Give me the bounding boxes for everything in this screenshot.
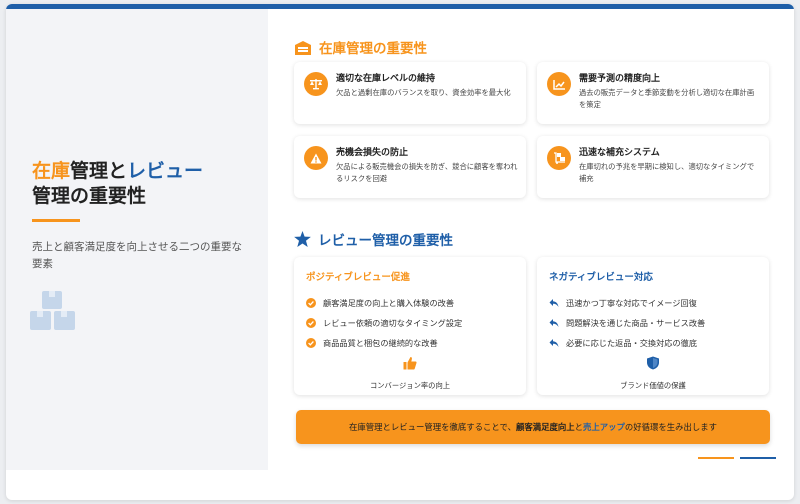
positive-review-footer: コンバージョン率の向上	[294, 356, 526, 392]
list-item: 必要に応じた返品・交換対応の徹底	[549, 333, 705, 353]
list-item-text: 問題解決を通じた商品・サービス改善	[566, 318, 706, 328]
warehouse-icon	[295, 40, 311, 55]
inventory-card-stock-level: 適切な在庫レベルの維持 欠品と過剰在庫のバランスを取り、資金効率を最大化	[294, 62, 526, 124]
title-review: レビュー	[127, 160, 204, 182]
list-item-text: 必要に応じた返品・交換対応の徹底	[566, 338, 698, 348]
shield-icon	[647, 356, 659, 370]
banner-highlight-sales: 売上アップ	[582, 422, 625, 432]
reply-icon	[549, 338, 559, 348]
list-item: 迅速かつ丁寧な対応でイメージ回復	[549, 293, 705, 313]
positive-review-list: 顧客満足度の向上と購入体験の改善 レビュー依頼の適切なタイミング設定 商品品質と…	[306, 293, 462, 353]
inventory-card-forecast: 需要予測の精度向上 過去の販売データと季節変動を分析し適切な在庫計画を策定	[537, 62, 769, 124]
title-connector: 管理と	[70, 160, 128, 182]
list-item: レビュー依頼の適切なタイミング設定	[306, 313, 462, 333]
inventory-heading-text: 在庫管理の重要性	[319, 41, 427, 57]
review-heading: レビュー管理の重要性	[294, 229, 453, 249]
inventory-card-replenishment: 迅速な補充システム 在庫切れの予兆を早期に検知し、適切なタイミングで補充	[537, 136, 769, 198]
card-title: 適切な在庫レベルの維持	[336, 74, 436, 84]
negative-review-title: ネガティブレビュー対応	[549, 272, 653, 283]
card-description: 欠品と過剰在庫のバランスを取り、資金効率を最大化	[336, 88, 511, 97]
inventory-heading: 在庫管理の重要性	[294, 37, 427, 57]
title-suffix: 管理の重要性	[32, 185, 147, 207]
check-circle-icon	[306, 338, 316, 348]
list-item: 顧客満足度の向上と購入体験の改善	[306, 293, 462, 313]
check-circle-icon	[306, 318, 316, 328]
banner-text: 在庫管理とレビュー管理を徹底することで、	[349, 422, 516, 432]
positive-review-title: ポジティブレビュー促進	[306, 272, 410, 283]
card-title: 売機会損失の防止	[336, 148, 409, 158]
card-description: 在庫切れの予兆を早期に検知し、適切なタイミングで補充	[579, 162, 755, 183]
bottom-accent-blue	[740, 457, 776, 459]
card-title: 迅速な補充システム	[579, 148, 660, 158]
subtitle: 売上と顧客満足度を向上させる二つの重要な要素	[32, 241, 242, 270]
scale-icon	[304, 72, 328, 96]
positive-review-card: ポジティブレビュー促進 顧客満足度の向上と購入体験の改善 レビュー依頼の適切なタ…	[294, 257, 526, 395]
left-panel: 在庫管理とレビュー管理の重要性 売上と顧客満足度を向上させる二つの重要な要素	[6, 9, 268, 470]
negative-review-card: ネガティブレビュー対応 迅速かつ丁寧な対応でイメージ回復 問題解決を通じた商品・…	[537, 257, 769, 395]
banner-text: の好循環を生み出します	[624, 422, 717, 432]
list-item-text: レビュー依頼の適切なタイミング設定	[323, 318, 463, 328]
boxes-icon	[30, 291, 75, 330]
slide: 在庫管理とレビュー 管理の重要性 売上と顧客満足度を向上させる二つの重要な要素 在…	[6, 4, 794, 500]
dolly-icon	[547, 146, 571, 170]
inventory-card-loss-prevention: 売機会損失の防止 欠品による販売機会の損失を防ぎ、競合に顧客を奪われるリスクを回…	[294, 136, 526, 198]
card-description: 欠品による販売機会の損失を防ぎ、競合に顧客を奪われるリスクを回避	[336, 162, 518, 183]
bottom-accent-orange	[698, 457, 734, 459]
check-circle-icon	[306, 298, 316, 308]
negative-review-list: 迅速かつ丁寧な対応でイメージ回復 問題解決を通じた商品・サービス改善 必要に応じ…	[549, 293, 705, 353]
summary-banner: 在庫管理とレビュー管理を徹底することで、 顧客満足度向上と売上アップ の好循環を生み…	[296, 410, 770, 444]
warning-icon	[304, 146, 328, 170]
list-item: 問題解決を通じた商品・サービス改善	[549, 313, 705, 333]
positive-review-footer-text: コンバージョン率の向上	[369, 381, 451, 390]
list-item-text: 顧客満足度の向上と購入体験の改善	[323, 298, 455, 308]
main-title: 在庫管理とレビュー管理の重要性	[32, 159, 262, 209]
title-underline	[32, 219, 80, 222]
list-item-text: 迅速かつ丁寧な対応でイメージ回復	[566, 298, 697, 308]
banner-text: と	[574, 422, 583, 432]
title-inventory: 在庫	[32, 160, 71, 182]
card-description: 過去の販売データと季節変動を分析し適切な在庫計画を策定	[579, 88, 755, 109]
reply-icon	[549, 318, 559, 328]
chart-icon	[547, 72, 571, 96]
reply-icon	[549, 298, 559, 308]
review-heading-text: レビュー管理の重要性	[318, 233, 453, 249]
thumbs-up-icon	[403, 357, 417, 370]
negative-review-footer-text: ブランド価値の保護	[620, 381, 686, 390]
banner-highlight-satisfaction: 顧客満足度向上	[515, 422, 575, 432]
list-item-text: 商品品質と梱包の継続的な改善	[323, 338, 438, 348]
star-icon	[294, 231, 311, 247]
negative-review-footer: ブランド価値の保護	[537, 356, 769, 392]
list-item: 商品品質と梱包の継続的な改善	[306, 333, 462, 353]
card-title: 需要予測の精度向上	[579, 74, 661, 84]
